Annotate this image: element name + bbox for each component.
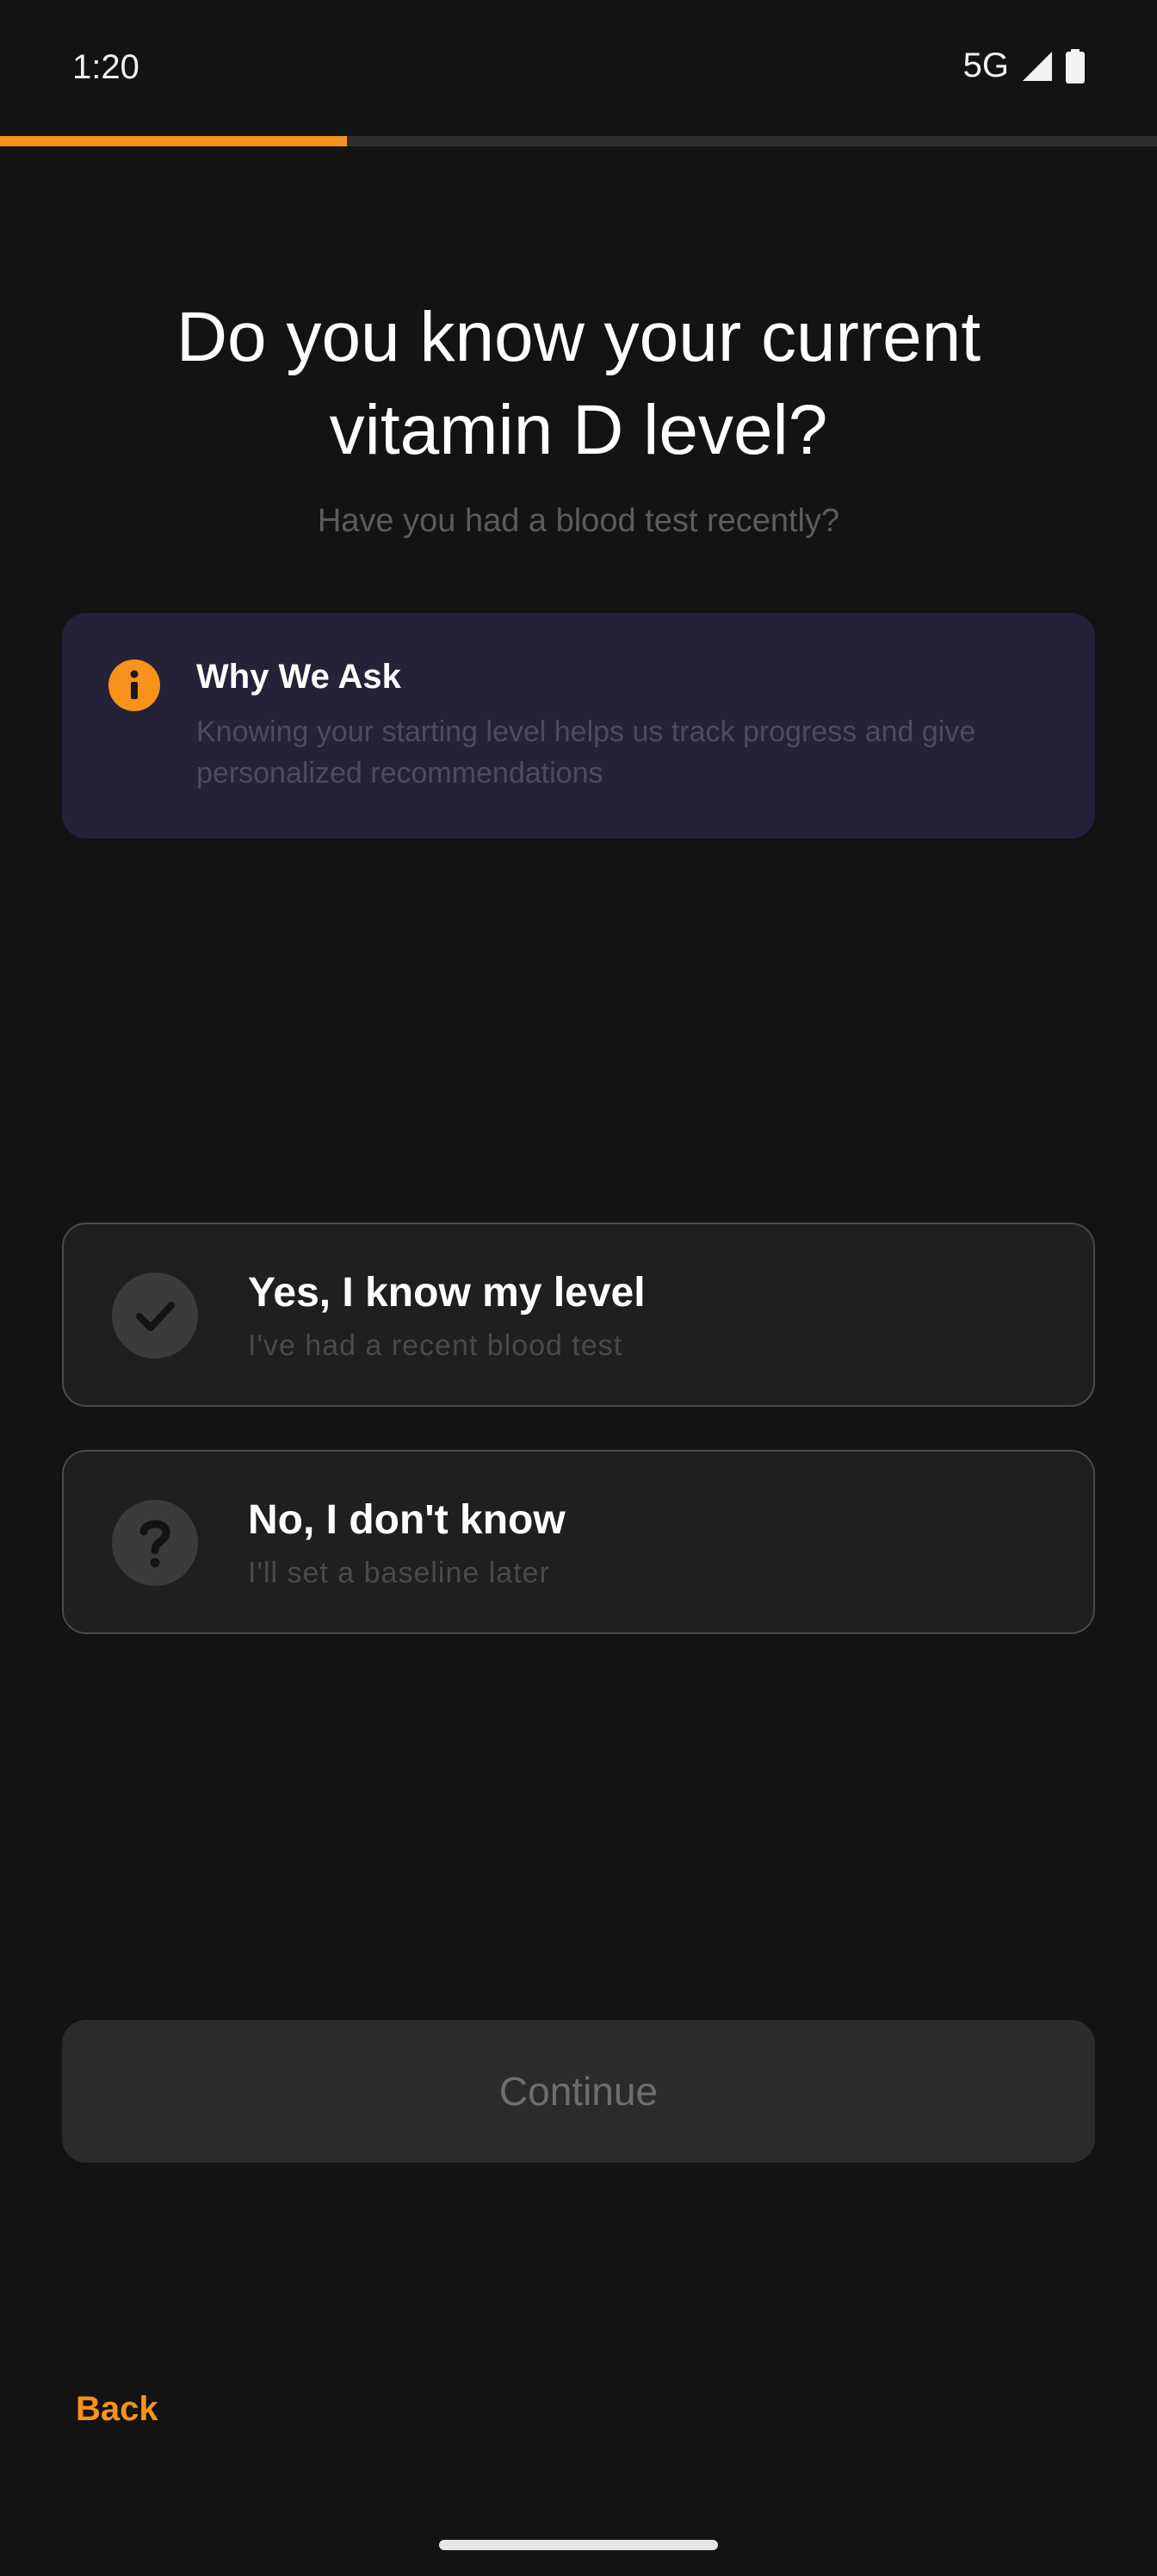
- option-yes-know-level[interactable]: Yes, I know my level I've had a recent b…: [62, 1223, 1095, 1407]
- back-button[interactable]: Back: [76, 2390, 158, 2429]
- checkmark-icon: [112, 1273, 198, 1359]
- status-bar: 1:20 5G: [0, 0, 1157, 134]
- option-subtitle: I've had a recent blood test: [248, 1329, 623, 1362]
- progress-bar: [0, 136, 1157, 146]
- info-card-text: Knowing your starting level helps us tra…: [196, 715, 976, 790]
- info-card-title: Why We Ask: [196, 658, 401, 696]
- network-type: 5G: [962, 46, 1009, 84]
- battery-icon: [1066, 48, 1085, 84]
- page-subtitle: Have you had a blood test recently?: [317, 503, 840, 539]
- screen: 1:20 5G Do you know your current vitamin…: [0, 0, 1157, 2576]
- option-subtitle: I'll set a baseline later: [248, 1557, 550, 1589]
- option-title: Yes, I know my level: [248, 1270, 646, 1316]
- option-dont-know[interactable]: No, I don't know I'll set a baseline lat…: [62, 1450, 1095, 1634]
- status-icons: 5G: [963, 46, 1085, 85]
- info-card: Why We Ask Knowing your starting level h…: [62, 613, 1095, 839]
- progress-fill: [0, 136, 348, 146]
- option-title: No, I don't know: [248, 1497, 566, 1543]
- continue-button[interactable]: Continue: [62, 2020, 1095, 2163]
- status-time: 1:20: [72, 48, 139, 86]
- signal-icon: [1021, 50, 1054, 83]
- info-icon: [108, 659, 160, 711]
- home-indicator[interactable]: [439, 2540, 718, 2550]
- page-title: Do you know your current vitamin D level…: [176, 298, 981, 469]
- question-mark-icon: [112, 1500, 198, 1586]
